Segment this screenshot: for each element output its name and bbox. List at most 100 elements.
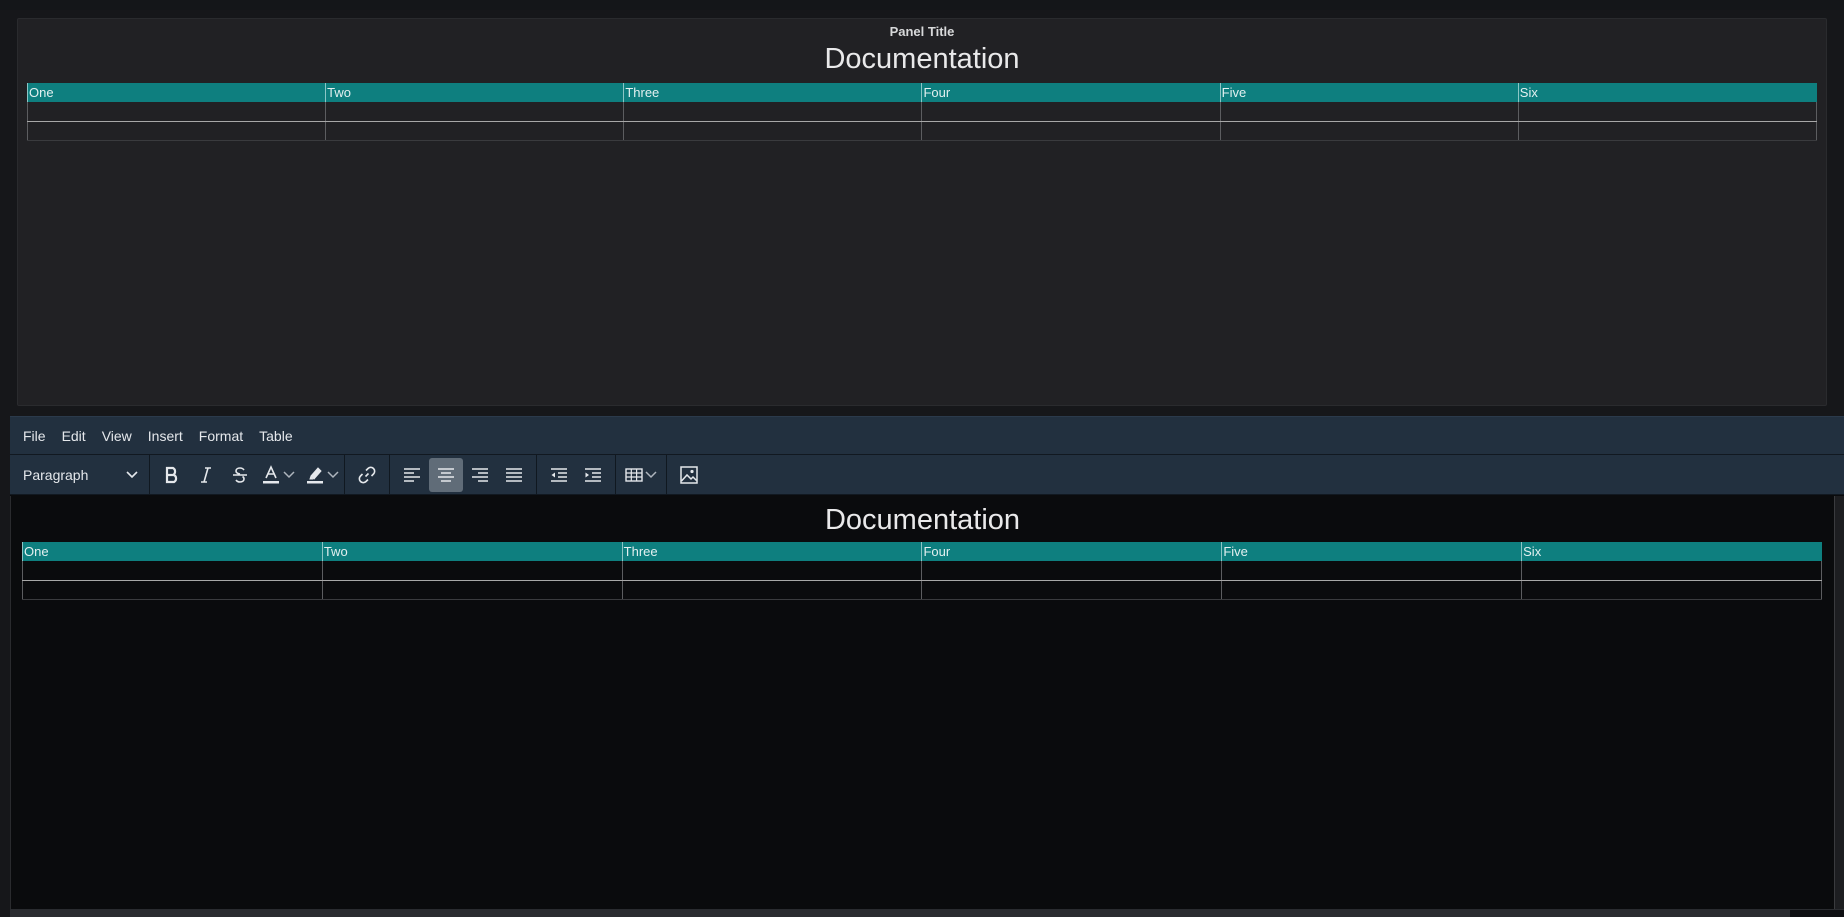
table-header-cell[interactable]: Five [1221, 542, 1522, 561]
table-row [22, 580, 1822, 600]
table-header-cell: Six [1517, 83, 1817, 102]
menu-file[interactable]: File [23, 428, 46, 444]
align-right-button[interactable] [463, 458, 497, 492]
resize-bar[interactable] [10, 909, 1844, 917]
panel-title: Panel Title [889, 24, 955, 39]
strikethrough-icon [233, 466, 247, 483]
top-strip [0, 0, 1844, 10]
table-cell[interactable] [321, 580, 623, 600]
table-header-cell[interactable]: Three [621, 542, 922, 561]
table-cell [921, 121, 1221, 141]
table-cell[interactable] [621, 580, 922, 600]
preview-table: One Two Three Four Five Six [26, 83, 1818, 141]
text-color-icon [263, 464, 279, 483]
table-header-row: One Two Three Four Five Six [22, 542, 1822, 561]
table-header-cell[interactable]: Six [1521, 542, 1822, 561]
vertical-scrollbar[interactable] [1834, 496, 1844, 909]
preview-panel: Panel Title Documentation One Two Three … [17, 18, 1827, 406]
table-cell[interactable] [321, 561, 623, 581]
editor-toolbar: Paragraph [10, 454, 1844, 495]
indent-button[interactable] [576, 458, 610, 492]
image-button[interactable] [672, 458, 706, 492]
align-justify-button[interactable] [497, 458, 531, 492]
image-group [667, 455, 711, 495]
link-group [345, 454, 390, 495]
align-left-icon [404, 467, 420, 482]
table-cell[interactable] [1521, 561, 1822, 581]
image-icon [680, 465, 698, 484]
chevron-down-icon [645, 470, 657, 478]
table-button[interactable] [621, 458, 661, 492]
bold-button[interactable] [155, 458, 189, 492]
align-right-icon [472, 467, 488, 482]
table-header-cell: One [26, 83, 326, 102]
table-cell[interactable] [621, 561, 922, 581]
align-center-icon [438, 467, 454, 482]
align-justify-icon [506, 467, 522, 482]
table-cell[interactable] [1521, 580, 1822, 600]
table-cell [1219, 102, 1519, 122]
chevron-down-icon [126, 470, 138, 478]
menu-insert[interactable]: Insert [148, 428, 183, 444]
resize-handle[interactable] [1790, 910, 1844, 917]
outdent-icon [551, 467, 567, 482]
table-cell[interactable] [22, 580, 323, 600]
table-header-cell[interactable]: Two [321, 542, 623, 561]
text-color-button[interactable] [257, 458, 295, 492]
indent-group [537, 454, 616, 495]
table-cell [623, 102, 922, 122]
table-header-cell: Four [921, 83, 1221, 102]
editor-heading[interactable]: Documentation [11, 504, 1834, 537]
table-row [22, 561, 1822, 581]
text-style-group [150, 454, 345, 495]
table-cell[interactable] [1221, 561, 1522, 581]
editor-content-area[interactable]: Documentation One Two Three Four Five Si… [10, 496, 1834, 909]
table-header-cell: Three [623, 83, 922, 102]
editor-menubar: File Edit View Insert Format Table [10, 416, 1844, 455]
link-icon [358, 466, 376, 483]
indent-icon [585, 467, 601, 482]
table-cell [325, 121, 624, 141]
table-cell [623, 121, 922, 141]
table-header-cell[interactable]: One [22, 542, 323, 561]
menu-view[interactable]: View [102, 428, 132, 444]
preview-heading: Documentation [824, 43, 1020, 75]
table-cell[interactable] [921, 580, 1222, 600]
table-cell[interactable] [1221, 580, 1522, 600]
highlight-button[interactable] [301, 458, 339, 492]
block-format-label: Paragraph [23, 466, 89, 483]
table-group [616, 454, 667, 495]
table-cell [1517, 121, 1818, 141]
table-cell [1219, 121, 1519, 141]
editor-table[interactable]: One Two Three Four Five Six [22, 542, 1822, 600]
table-header-cell: Five [1219, 83, 1519, 102]
highlight-icon [307, 466, 323, 483]
table-header-row: One Two Three Four Five Six [26, 83, 1817, 102]
menu-edit[interactable]: Edit [62, 428, 86, 444]
align-center-button[interactable] [429, 457, 463, 492]
rich-text-editor: File Edit View Insert Format Table Parag… [10, 416, 1844, 917]
table-cell [1517, 102, 1818, 122]
alignment-group [390, 454, 537, 495]
table-cell[interactable] [921, 561, 1222, 581]
table-cell [26, 102, 326, 122]
italic-button[interactable] [189, 458, 223, 492]
table-cell[interactable] [22, 561, 323, 581]
align-left-button[interactable] [395, 458, 429, 492]
block-format-select[interactable]: Paragraph [10, 454, 150, 495]
outdent-button[interactable] [542, 458, 576, 492]
table-icon [625, 467, 643, 482]
table-cell [921, 102, 1221, 122]
menu-format[interactable]: Format [199, 428, 243, 444]
chevron-down-icon [327, 470, 339, 478]
link-button[interactable] [350, 458, 384, 492]
table-header-cell: Two [325, 83, 624, 102]
menu-table[interactable]: Table [259, 428, 292, 444]
bold-icon [165, 466, 178, 483]
table-cell [26, 121, 326, 141]
strikethrough-button[interactable] [223, 458, 257, 492]
chevron-down-icon [283, 470, 295, 478]
table-row [26, 121, 1818, 141]
table-header-cell[interactable]: Four [921, 542, 1222, 561]
table-row [26, 102, 1818, 122]
